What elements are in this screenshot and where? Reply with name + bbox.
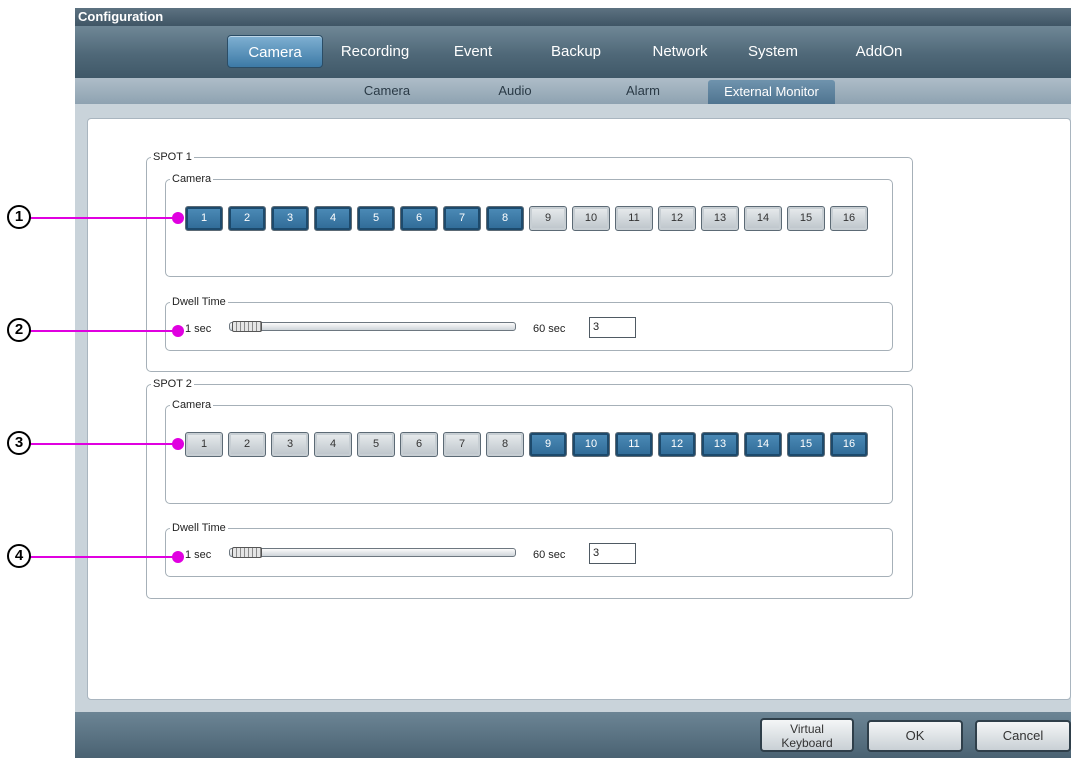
spot1-camera-label: Camera xyxy=(172,173,212,185)
spot1-camera-10-button[interactable]: 10 xyxy=(572,206,610,231)
spot1-dwell-max: 60 sec xyxy=(533,323,566,335)
spot1-camera-5-button[interactable]: 5 xyxy=(357,206,395,231)
spot2-dwell-slider-thumb[interactable] xyxy=(232,547,262,558)
spot2-camera-13-button[interactable]: 13 xyxy=(701,432,739,457)
spot2-dwell-input[interactable]: 3 xyxy=(589,543,636,564)
spot2-dwell-label: Dwell Time xyxy=(172,522,226,534)
callout-3-line xyxy=(30,443,178,445)
spot1-camera-13-button[interactable]: 13 xyxy=(701,206,739,231)
spot1-dwell-label: Dwell Time xyxy=(172,296,226,308)
spot1-camera-4-button[interactable]: 4 xyxy=(314,206,352,231)
callout-2-line xyxy=(30,330,178,332)
spot2-camera-14-button[interactable]: 14 xyxy=(744,432,782,457)
spot2-camera-11-button[interactable]: 11 xyxy=(615,432,653,457)
spot2-dwell-min: 1 sec xyxy=(185,549,212,561)
virtual-keyboard-label-line2: Keyboard xyxy=(781,736,833,750)
tab-recording[interactable]: Recording xyxy=(330,35,420,68)
spot2-camera-12-button[interactable]: 12 xyxy=(658,432,696,457)
callout-3-number: 3 xyxy=(7,431,31,455)
spot1-camera-2-button[interactable]: 2 xyxy=(228,206,266,231)
spot1-dwell-slider[interactable] xyxy=(229,322,516,331)
subtab-camera[interactable]: Camera xyxy=(347,78,427,104)
spot2-camera-1-button[interactable]: 1 xyxy=(185,432,223,457)
spot2-camera-2-button[interactable]: 2 xyxy=(228,432,266,457)
spot1-camera-9-button[interactable]: 9 xyxy=(529,206,567,231)
spot1-camera-15-button[interactable]: 15 xyxy=(787,206,825,231)
tab-addon[interactable]: AddOn xyxy=(848,35,910,68)
spot2-camera-9-button[interactable]: 9 xyxy=(529,432,567,457)
spot2-dwell-slider[interactable] xyxy=(229,548,516,557)
sub-tab-bar: Camera Audio Alarm External Monitor xyxy=(75,78,1071,104)
callout-2-number: 2 xyxy=(7,318,31,342)
spot2-camera-16-button[interactable]: 16 xyxy=(830,432,868,457)
spot1-dwell-slider-thumb[interactable] xyxy=(232,321,262,332)
spot1-camera-3-button[interactable]: 3 xyxy=(271,206,309,231)
virtual-keyboard-label-line1: Virtual xyxy=(790,722,824,736)
spot2-camera-buttons: 1 2 3 4 5 6 7 8 9 10 11 12 13 14 15 16 xyxy=(185,432,873,457)
spot1-camera-16-button[interactable]: 16 xyxy=(830,206,868,231)
spot1-camera-12-button[interactable]: 12 xyxy=(658,206,696,231)
spot1-camera-6-button[interactable]: 6 xyxy=(400,206,438,231)
window-title: Configuration xyxy=(75,8,1071,26)
spot2-label: SPOT 2 xyxy=(153,378,192,390)
spot2-dwell-max: 60 sec xyxy=(533,549,566,561)
spot2-camera-label: Camera xyxy=(172,399,212,411)
callout-1-dot xyxy=(172,212,184,224)
callout-1-line xyxy=(30,217,178,219)
callout-2-dot xyxy=(172,325,184,337)
screenshot: { "window": { "title": "Configuration" }… xyxy=(0,0,1071,758)
callout-3-dot xyxy=(172,438,184,450)
spot2-camera-10-button[interactable]: 10 xyxy=(572,432,610,457)
spot1-dwell-min: 1 sec xyxy=(185,323,212,335)
tab-backup[interactable]: Backup xyxy=(541,35,611,68)
spot1-camera-11-button[interactable]: 11 xyxy=(615,206,653,231)
spot2-camera-15-button[interactable]: 15 xyxy=(787,432,825,457)
callout-4-dot xyxy=(172,551,184,563)
spot2-camera-7-button[interactable]: 7 xyxy=(443,432,481,457)
tab-event[interactable]: Event xyxy=(443,35,503,68)
spot2-camera-8-button[interactable]: 8 xyxy=(486,432,524,457)
subtab-alarm[interactable]: Alarm xyxy=(603,78,683,104)
spot1-camera-8-button[interactable]: 8 xyxy=(486,206,524,231)
spot2-camera-4-button[interactable]: 4 xyxy=(314,432,352,457)
spot1-camera-1-button[interactable]: 1 xyxy=(185,206,223,231)
ok-button[interactable]: OK xyxy=(867,720,963,752)
subtab-audio[interactable]: Audio xyxy=(475,78,555,104)
spot2-camera-6-button[interactable]: 6 xyxy=(400,432,438,457)
cancel-button[interactable]: Cancel xyxy=(975,720,1071,752)
callout-1-number: 1 xyxy=(7,205,31,229)
tab-network[interactable]: Network xyxy=(641,35,719,68)
spot2-camera-3-button[interactable]: 3 xyxy=(271,432,309,457)
spot1-camera-buttons: 1 2 3 4 5 6 7 8 9 10 11 12 13 14 15 16 xyxy=(185,206,873,231)
spot1-camera-14-button[interactable]: 14 xyxy=(744,206,782,231)
spot1-dwell-input[interactable]: 3 xyxy=(589,317,636,338)
spot1-camera-7-button[interactable]: 7 xyxy=(443,206,481,231)
virtual-keyboard-button[interactable]: Virtual Keyboard xyxy=(760,718,854,752)
callout-4-line xyxy=(30,556,178,558)
spot2-camera-5-button[interactable]: 5 xyxy=(357,432,395,457)
bottom-button-bar: Virtual Keyboard OK Cancel xyxy=(75,712,1071,758)
tab-system[interactable]: System xyxy=(737,35,809,68)
tab-camera[interactable]: Camera xyxy=(227,35,323,68)
top-tab-bar: Camera Recording Event Backup Network Sy… xyxy=(75,26,1071,78)
callout-4-number: 4 xyxy=(7,544,31,568)
spot1-label: SPOT 1 xyxy=(153,151,192,163)
subtab-external-monitor[interactable]: External Monitor xyxy=(708,80,835,104)
